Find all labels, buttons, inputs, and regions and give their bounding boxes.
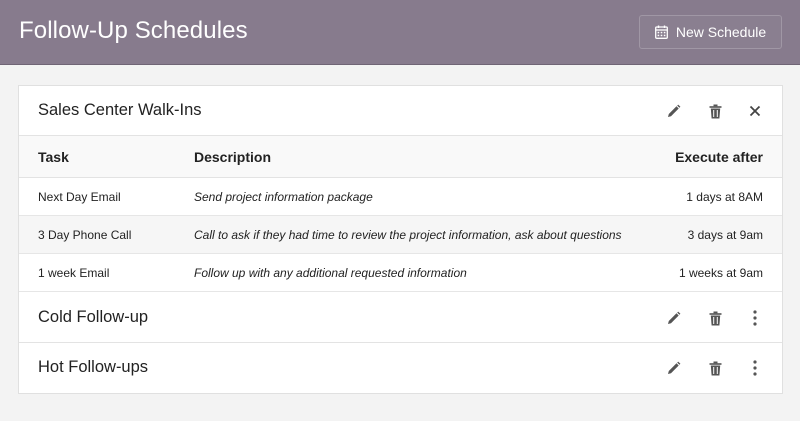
schedule-header-hot-follow-ups[interactable]: Hot Follow-ups bbox=[19, 343, 782, 393]
trash-icon[interactable] bbox=[706, 309, 724, 327]
task-description: Call to ask if they had time to review t… bbox=[194, 228, 622, 242]
schedule-name: Hot Follow-ups bbox=[38, 358, 149, 376]
schedule-header-cold-follow-up[interactable]: Cold Follow-up bbox=[19, 293, 782, 343]
table-row[interactable]: Next Day Email Send project information … bbox=[19, 178, 782, 216]
pencil-icon[interactable] bbox=[664, 359, 682, 377]
schedules-panel: Sales Center Walk-Ins Task Description E… bbox=[18, 85, 783, 394]
more-vertical-icon[interactable] bbox=[746, 359, 764, 377]
schedule-header-sales-center[interactable]: Sales Center Walk-Ins bbox=[19, 86, 782, 136]
task-name: 3 Day Phone Call bbox=[38, 228, 132, 242]
column-description: Description bbox=[194, 149, 272, 165]
tasks-table-header: Task Description Execute after bbox=[19, 136, 782, 178]
trash-icon[interactable] bbox=[706, 359, 724, 377]
task-execute-after: 3 days at 9am bbox=[687, 228, 763, 242]
task-execute-after: 1 days at 8AM bbox=[686, 190, 763, 204]
schedule-name: Sales Center Walk-Ins bbox=[38, 101, 202, 119]
page-header: Follow-Up Schedules New Schedule bbox=[0, 0, 800, 65]
pencil-icon[interactable] bbox=[664, 102, 682, 120]
more-vertical-icon[interactable] bbox=[746, 309, 764, 327]
table-row[interactable]: 3 Day Phone Call Call to ask if they had… bbox=[19, 216, 782, 254]
new-schedule-label: New Schedule bbox=[675, 24, 767, 40]
close-icon[interactable] bbox=[746, 102, 764, 120]
schedule-name: Cold Follow-up bbox=[38, 308, 149, 326]
new-schedule-button[interactable]: New Schedule bbox=[639, 15, 782, 49]
page-title: Follow-Up Schedules bbox=[19, 17, 248, 44]
task-description: Send project information package bbox=[194, 190, 373, 204]
task-name: Next Day Email bbox=[38, 190, 121, 204]
trash-icon[interactable] bbox=[706, 102, 724, 120]
table-row[interactable]: 1 week Email Follow up with any addition… bbox=[19, 254, 782, 292]
calendar-icon bbox=[654, 25, 668, 39]
task-execute-after: 1 weeks at 9am bbox=[678, 266, 763, 280]
column-execute-after: Execute after bbox=[675, 149, 763, 165]
task-description: Follow up with any additional requested … bbox=[194, 266, 467, 280]
pencil-icon[interactable] bbox=[664, 309, 682, 327]
task-name: 1 week Email bbox=[38, 266, 110, 280]
column-task: Task bbox=[38, 149, 69, 165]
